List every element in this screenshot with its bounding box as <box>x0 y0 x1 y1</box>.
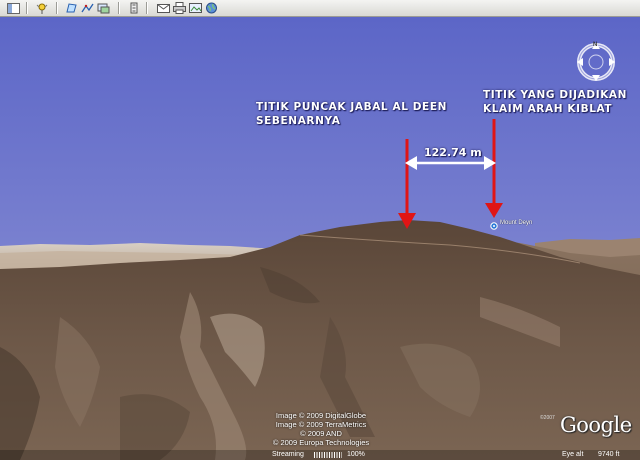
view-in-maps-button[interactable] <box>204 1 219 15</box>
google-logo: Google <box>560 413 632 437</box>
add-polygon-button[interactable] <box>64 1 79 15</box>
imagery-credits: Image © 2009 DigitalGlobe Image © 2009 T… <box>262 411 380 447</box>
eye-alt-label: Eye alt <box>562 451 584 458</box>
eye-alt-value: 9740 ft <box>598 451 620 458</box>
placemark-icon <box>36 3 47 14</box>
distance-label: 122.74 m <box>424 146 482 159</box>
credit-line: © 2009 AND <box>300 429 342 438</box>
save-image-icon <box>189 3 202 13</box>
actual-peak-line-2: SEBENARNYA <box>256 115 341 127</box>
save-image-button[interactable] <box>188 1 203 15</box>
placemark-pin-icon <box>490 222 498 230</box>
maps-icon <box>206 2 217 14</box>
navigation-compass[interactable]: N <box>575 41 617 83</box>
claimed-point-line-1: TITIK YANG DIJADIKAN <box>483 89 628 101</box>
claimed-point-line-2: KLAIM ARAH KIBLAT <box>483 103 613 115</box>
terrain-scene <box>0 17 640 460</box>
polygon-icon <box>66 3 77 13</box>
toolbar <box>0 0 640 17</box>
actual-peak-line-1: TITIK PUNCAK JABAL AL DEEN <box>256 101 447 113</box>
record-tour-button[interactable] <box>126 1 141 15</box>
status-bar: Streaming 100% Eye alt 9740 ft <box>0 450 640 460</box>
placemark-label[interactable]: Mount Deyn <box>500 220 532 226</box>
add-overlay-button[interactable] <box>96 1 111 15</box>
streaming-label: Streaming <box>272 451 304 458</box>
credit-line: Image © 2009 TerraMetrics <box>275 420 367 429</box>
streaming-progress-bar <box>314 452 342 458</box>
email-button[interactable] <box>156 1 171 15</box>
print-button[interactable] <box>172 1 187 15</box>
compass-north-letter: N <box>593 42 598 48</box>
path-icon <box>81 3 94 13</box>
actual-peak-label: TITIK PUNCAK JABAL AL DEEN SEBENARNYA <box>256 100 447 128</box>
add-path-button[interactable] <box>80 1 95 15</box>
overlay-icon <box>97 3 110 14</box>
streaming-percent: 100% <box>347 451 365 458</box>
earth-3d-view[interactable]: TITIK PUNCAK JABAL AL DEEN SEBENARNYA TI… <box>0 17 640 460</box>
print-icon <box>173 2 186 14</box>
sidebar-icon <box>7 2 20 14</box>
add-placemark-button[interactable] <box>34 1 49 15</box>
hide-sidebar-button[interactable] <box>6 1 21 15</box>
logo-year: ©2007 <box>540 415 555 421</box>
email-icon <box>157 3 170 13</box>
claimed-point-label: TITIK YANG DIJADIKAN KLAIM ARAH KIBLAT <box>483 88 627 116</box>
credit-line: Image © 2009 DigitalGlobe <box>275 411 367 420</box>
credit-line: © 2009 Europa Technologies <box>272 438 370 447</box>
record-icon <box>130 2 137 14</box>
